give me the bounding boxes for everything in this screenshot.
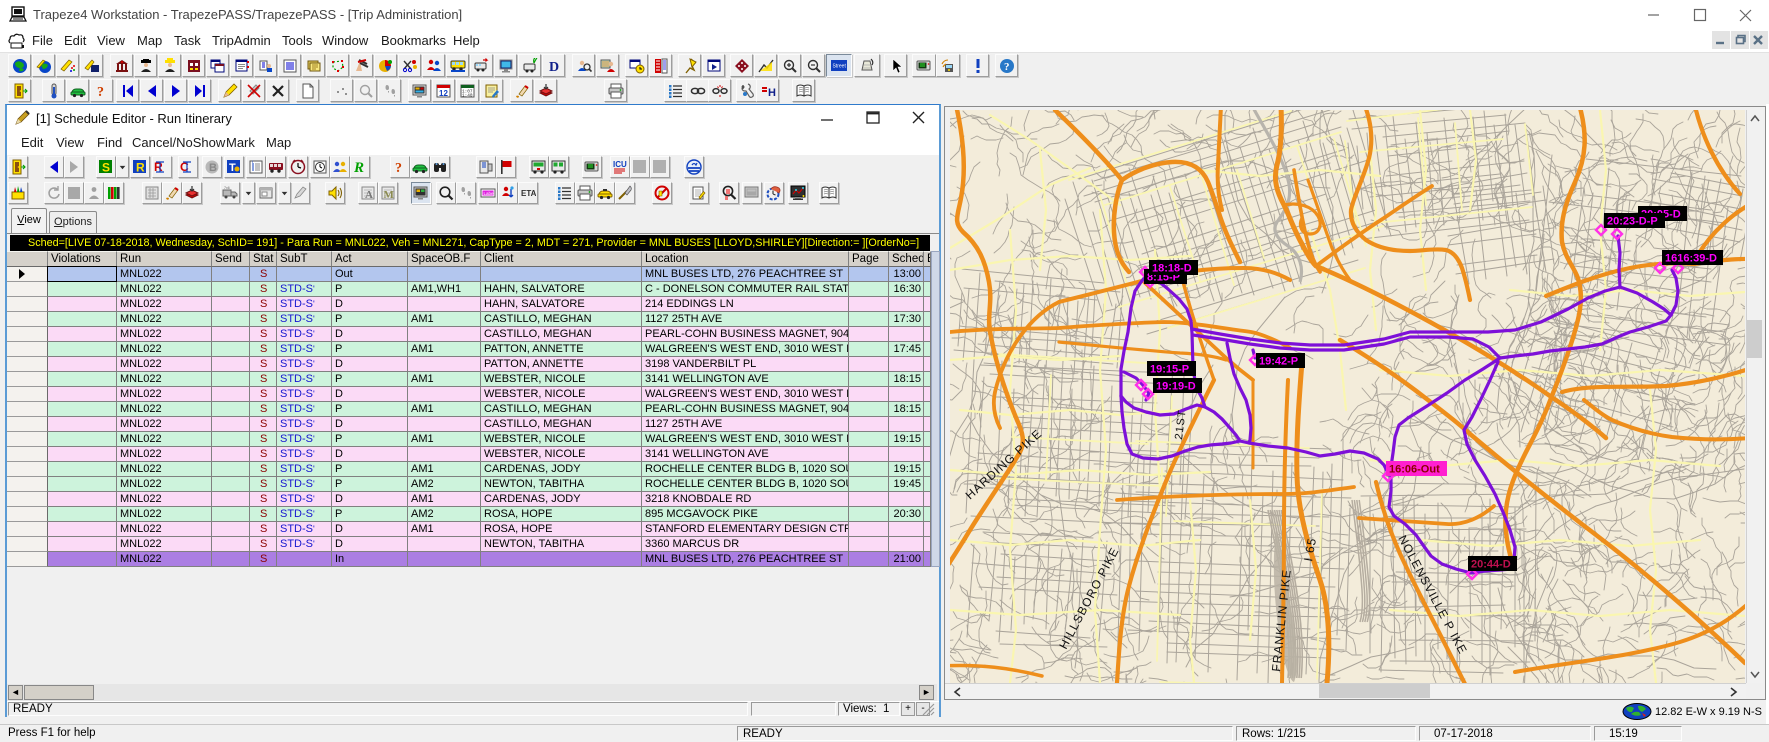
- svg-text:16:06-Out: 16:06-Out: [1389, 464, 1440, 476]
- svg-text:7x6: 7x6: [224, 186, 230, 190]
- svg-text:A: A: [365, 189, 373, 201]
- svg-text:Label: Label: [484, 191, 495, 196]
- svg-text:I: I: [252, 159, 253, 164]
- svg-text:B: B: [209, 162, 217, 174]
- svg-text:ICU: ICU: [613, 160, 627, 169]
- svg-text:D: D: [549, 60, 559, 74]
- svg-text:S: S: [102, 161, 110, 175]
- svg-text:19:15-P: 19:15-P: [1150, 364, 1189, 376]
- svg-text:M: M: [384, 189, 395, 201]
- svg-text:H: H: [768, 87, 776, 99]
- svg-text:?: ?: [395, 161, 402, 175]
- svg-text:18:18-D: 18:18-D: [1152, 263, 1192, 275]
- svg-text:ETA: ETA: [521, 189, 536, 198]
- svg-text:20:23-D-P: 20:23-D-P: [1607, 216, 1658, 228]
- svg-text:1:40: 1:40: [462, 93, 473, 98]
- svg-text:19:19-D: 19:19-D: [1156, 381, 1196, 393]
- svg-text:R: R: [136, 161, 145, 175]
- svg-text:Street: Street: [833, 63, 847, 69]
- svg-text:20:44-D: 20:44-D: [1471, 559, 1511, 571]
- svg-text:19:42-P: 19:42-P: [1259, 356, 1298, 368]
- svg-text:?: ?: [1004, 61, 1010, 73]
- svg-text:R: R: [353, 160, 364, 175]
- svg-text:?: ?: [97, 85, 104, 99]
- svg-text:12: 12: [439, 89, 448, 98]
- svg-text:1616:39-D: 1616:39-D: [1665, 253, 1717, 265]
